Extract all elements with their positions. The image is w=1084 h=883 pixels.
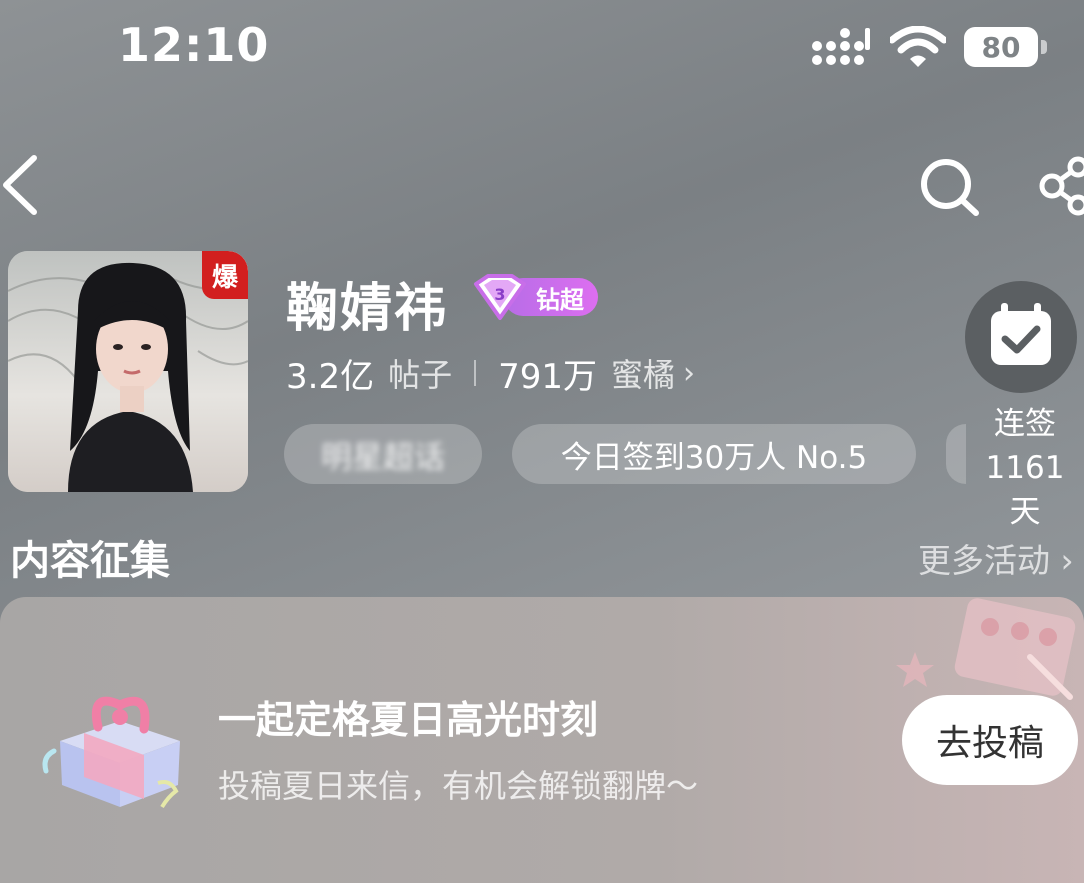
campaign-title: 一起定格夏日高光时刻 xyxy=(218,698,599,742)
wifi-icon xyxy=(890,26,946,67)
campaign-subtitle: 投稿夏日来信，有机会解锁翻牌～ xyxy=(218,767,699,805)
topic-name: 鞠婧祎 xyxy=(286,279,449,339)
status-time: 12:10 xyxy=(118,18,270,72)
tag-category[interactable]: 明星超话 xyxy=(284,424,482,484)
diamond-icon: 3 xyxy=(474,274,526,320)
svg-text:3: 3 xyxy=(494,285,505,304)
hot-badge: 爆 xyxy=(202,251,248,299)
posts-count: 3.2亿 xyxy=(286,356,375,397)
cellular-signal-icon xyxy=(812,28,870,65)
stats-row: 3.2亿 帖子 791万 蜜橘 › xyxy=(286,348,695,398)
section-title: 内容征集 xyxy=(10,538,170,584)
tag-checkin-rank[interactable]: 今日签到30万人 No.5 xyxy=(512,424,916,484)
more-activities-link[interactable]: 更多活动 › xyxy=(918,534,1074,582)
campaign-card[interactable]: 一起定格夏日高光时刻 投稿夏日来信，有机会解锁翻牌～ 去投稿 xyxy=(0,597,1084,883)
avatar[interactable]: 爆 xyxy=(8,251,248,492)
chevron-right-icon[interactable]: › xyxy=(683,356,695,391)
search-icon[interactable] xyxy=(918,156,982,218)
checkin-button[interactable] xyxy=(965,281,1077,393)
submit-button[interactable]: 去投稿 xyxy=(902,695,1078,785)
battery-indicator: 80 xyxy=(964,27,1048,67)
share-icon[interactable] xyxy=(1038,156,1084,216)
checkin-days: 1161天 xyxy=(985,450,1065,530)
checkin-label: 连签 xyxy=(994,406,1056,442)
fans-label[interactable]: 蜜橘 xyxy=(611,350,675,396)
posts-label: 帖子 xyxy=(388,356,453,394)
stats-divider xyxy=(474,360,477,386)
level-badge[interactable]: 钻超 3 xyxy=(470,274,600,320)
battery-level: 80 xyxy=(964,27,1038,67)
fans-count[interactable]: 791万 xyxy=(498,349,597,398)
back-arrow-icon[interactable] xyxy=(0,152,44,218)
calendar-check-icon xyxy=(991,303,1051,365)
checkin-streak: 连签 1161天 xyxy=(976,402,1074,534)
tag-overflow[interactable] xyxy=(946,424,966,484)
gift-icon xyxy=(42,696,180,809)
